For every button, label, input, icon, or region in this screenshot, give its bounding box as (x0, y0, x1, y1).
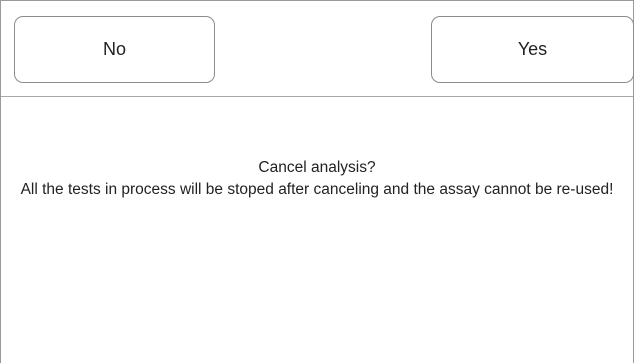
no-button-label: No (102, 39, 126, 59)
confirm-cancel-dialog: No Yes Cancel analysis? All the tests in… (0, 0, 634, 363)
yes-button-label: Yes (517, 39, 548, 59)
yes-button[interactable]: Yes (431, 16, 634, 83)
no-button[interactable]: No (14, 16, 215, 83)
dialog-button-bar: No Yes (1, 1, 634, 97)
dialog-question: Cancel analysis? (258, 159, 376, 176)
dialog-warning-text: All the tests in process will be stoped … (20, 181, 614, 198)
dialog-message: Cancel analysis? All the tests in proces… (1, 157, 633, 201)
